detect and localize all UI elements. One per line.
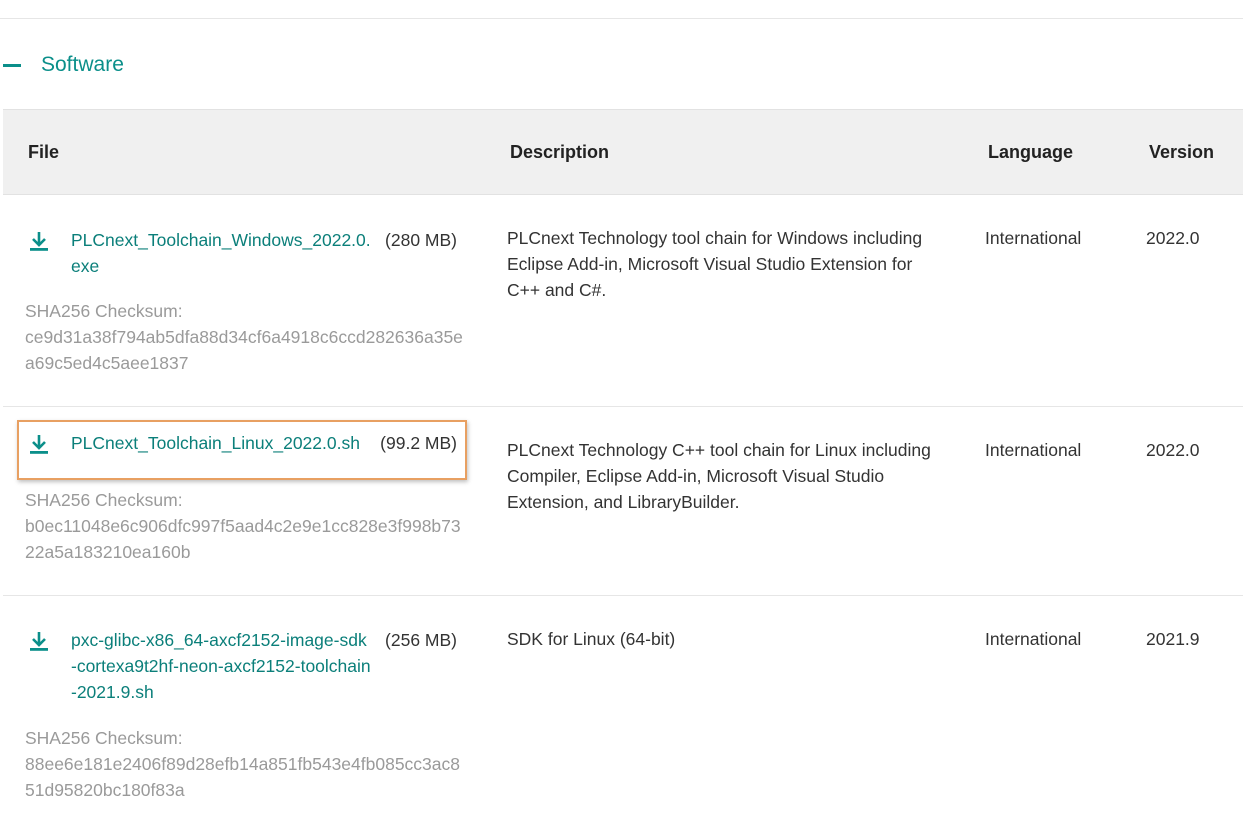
checksum-label: SHA256 Checksum: — [25, 301, 183, 321]
checksum-label: SHA256 Checksum: — [25, 728, 183, 748]
header-version: Version — [1149, 142, 1215, 162]
minus-icon — [3, 63, 21, 67]
top-divider — [0, 18, 1243, 19]
version-cell: 2021.9 — [1146, 629, 1200, 649]
version-cell: 2022.0 — [1146, 228, 1200, 248]
description-cell: SDK for Linux (64-bit) — [507, 629, 676, 649]
checksum: SHA256 Checksum: 88ee6e181e2406f89d28efb… — [25, 725, 465, 803]
language-cell: International — [985, 440, 1082, 460]
header-file: File — [28, 142, 60, 162]
version-cell: 2022.0 — [1146, 440, 1200, 460]
highlighted-download-cell: PLCnext_Toolchain_Linux_2022.0.sh (99.2 … — [17, 420, 467, 480]
download-icon[interactable] — [29, 630, 49, 652]
download-cell: pxc-glibc-x86_64-axcf2152-image-sdk-cort… — [17, 617, 467, 702]
download-icon[interactable] — [29, 230, 49, 252]
software-section-toggle[interactable]: Software — [3, 50, 124, 80]
section-title: Software — [41, 53, 124, 76]
language-cell: International — [985, 629, 1082, 649]
file-download-link[interactable]: PLCnext_Toolchain_Linux_2022.0.sh — [71, 430, 391, 456]
download-icon[interactable] — [29, 433, 49, 455]
language-cell: International — [985, 228, 1082, 248]
file-download-link[interactable]: pxc-glibc-x86_64-axcf2152-image-sdk-cort… — [71, 627, 371, 705]
checksum-value: 88ee6e181e2406f89d28efb14a851fb543e4fb08… — [25, 754, 461, 800]
file-size: (99.2 MB) — [380, 433, 457, 453]
header-language: Language — [988, 142, 1074, 162]
table-row: PLCnext_Toolchain_Windows_2022.0.exe (28… — [3, 195, 1243, 407]
table-row: pxc-glibc-x86_64-axcf2152-image-sdk-cort… — [3, 596, 1243, 816]
downloads-table: File Description Language Version PLCnex… — [3, 109, 1243, 816]
file-size: (280 MB) — [385, 230, 457, 250]
description-cell: PLCnext Technology tool chain for Window… — [507, 228, 923, 300]
checksum-value: b0ec11048e6c906dfc997f5aad4c2e9e1cc828e3… — [25, 516, 461, 562]
file-download-link[interactable]: PLCnext_Toolchain_Windows_2022.0.exe — [71, 227, 371, 279]
description-cell: PLCnext Technology C++ tool chain for Li… — [507, 440, 931, 512]
checksum-value: ce9d31a38f794ab5dfa88d34cf6a4918c6ccd282… — [25, 327, 463, 373]
checksum-label: SHA256 Checksum: — [25, 490, 183, 510]
checksum: SHA256 Checksum: ce9d31a38f794ab5dfa88d3… — [25, 298, 465, 376]
download-cell: PLCnext_Toolchain_Windows_2022.0.exe (28… — [17, 217, 467, 277]
checksum: SHA256 Checksum: b0ec11048e6c906dfc997f5… — [25, 487, 465, 565]
table-header: File Description Language Version — [3, 109, 1243, 195]
file-size: (256 MB) — [385, 630, 457, 650]
table-row: PLCnext_Toolchain_Linux_2022.0.sh (99.2 … — [3, 407, 1243, 596]
header-description: Description — [510, 142, 610, 162]
